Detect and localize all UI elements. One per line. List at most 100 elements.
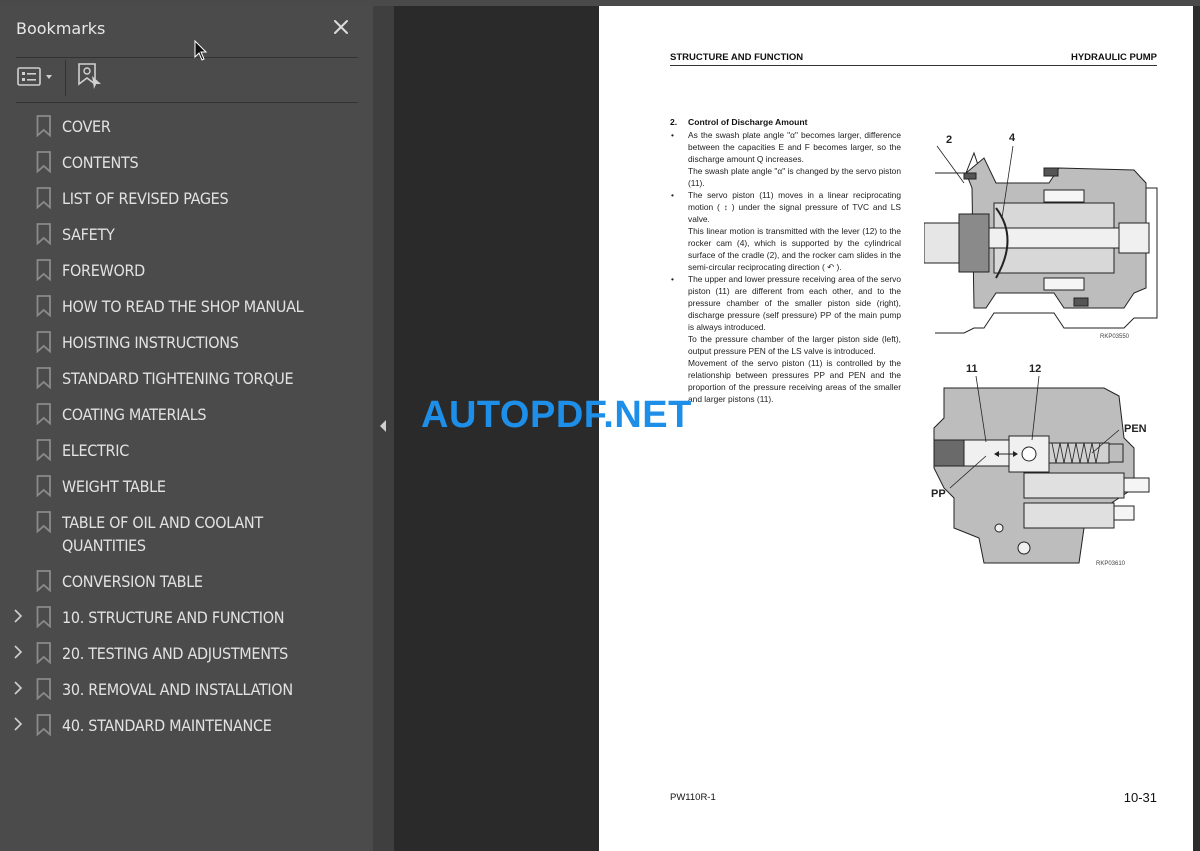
bookmark-icon [36, 678, 62, 701]
bullet-dot: • [671, 190, 674, 200]
callout-label: 12 [1029, 363, 1042, 375]
close-panel-button[interactable] [330, 16, 352, 38]
panel-title: Bookmarks [16, 19, 106, 38]
bookmark-label: FOREWORD [62, 261, 145, 280]
section-number: 2. [670, 117, 678, 127]
figure-servo-piston: 11 12 PEN PP RKP03610 [924, 358, 1164, 573]
collapse-panel-arrow-icon[interactable] [380, 420, 386, 432]
expand-spacer [0, 475, 36, 495]
bookmark-item[interactable]: HOISTING INSTRUCTIONS [0, 324, 373, 360]
bookmark-icon [36, 511, 62, 534]
bullet-item: • As the swash plate angle "α" becomes la… [670, 129, 901, 189]
find-current-bookmark-icon [78, 63, 101, 89]
bookmark-label: COVER [62, 117, 111, 136]
body-paragraph: The servo piston (11) moves in a linear … [688, 190, 901, 224]
bookmark-item[interactable]: LIST OF REVISED PAGES [0, 180, 373, 216]
bookmark-item[interactable]: WEIGHT TABLE [0, 468, 373, 504]
bookmark-icon [36, 151, 62, 174]
body-paragraph: Movement of the servo piston (11) is con… [688, 358, 901, 404]
pump-cross-section-drawing [923, 145, 1158, 334]
bookmark-item[interactable]: 40. STANDARD MAINTENANCE [0, 707, 373, 743]
bookmark-item[interactable]: COVER [0, 108, 373, 144]
bookmark-label: STANDARD TIGHTENING TORQUE [62, 369, 294, 388]
bookmark-icon [36, 367, 62, 390]
bookmark-item[interactable]: 30. REMOVAL AND INSTALLATION [0, 671, 373, 707]
expand-spacer [0, 151, 36, 171]
bookmark-label: COATING MATERIALS [62, 405, 207, 424]
chevron-right-icon [14, 681, 23, 695]
expand-spacer [0, 259, 36, 279]
bullet-dot: • [671, 130, 674, 140]
expand-spacer [0, 403, 36, 423]
bookmark-icon [36, 331, 62, 354]
bookmark-item[interactable]: 10. STRUCTURE AND FUNCTION [0, 599, 373, 635]
bookmark-icon [36, 439, 62, 462]
bookmark-list: COVER CONTENTS LIST OF REVISED PAGES SAFETY… [0, 108, 373, 743]
page-header-right: HYDRAULIC PUMP [1070, 52, 1157, 63]
chevron-right-icon [14, 645, 23, 659]
panel-divider [16, 57, 358, 58]
mouse-cursor-icon [194, 40, 208, 61]
callout-label: PP [931, 488, 946, 500]
expand-toggle[interactable] [0, 642, 36, 662]
expand-spacer [0, 115, 36, 135]
expand-spacer [0, 439, 36, 459]
bookmark-label: CONTENTS [62, 153, 139, 172]
bookmark-item[interactable]: TABLE OF OIL AND COOLANT QUANTITIES [0, 504, 373, 563]
vertical-scrollbar[interactable] [1193, 6, 1200, 851]
bookmark-icon [36, 714, 62, 737]
bookmark-label: TABLE OF OIL AND COOLANT QUANTITIES [62, 513, 263, 555]
servo-piston-drawing [933, 375, 1150, 564]
bookmark-item[interactable]: FOREWORD [0, 252, 373, 288]
bookmark-label: WEIGHT TABLE [62, 477, 166, 496]
close-icon [334, 20, 348, 34]
callout-label: 4 [1009, 132, 1016, 144]
bullet-item: • The upper and lower pressure receiving … [670, 273, 901, 405]
bookmark-label: 30. REMOVAL AND INSTALLATION [62, 680, 293, 699]
figure-pump-cross-section: 2 4 RKP03550 [923, 128, 1164, 348]
bookmark-icon [36, 259, 62, 282]
callout-label: 11 [966, 363, 978, 375]
toolbar-separator [65, 60, 66, 96]
bookmark-icon [36, 606, 62, 629]
header-rule [670, 65, 1157, 66]
callout-label: PEN [1124, 423, 1147, 435]
bookmark-icon [36, 570, 62, 593]
bookmark-label: 20. TESTING AND ADJUSTMENTS [62, 644, 289, 663]
section-title: 2. Control of Discharge Amount [670, 117, 808, 127]
bookmark-item[interactable]: CONVERSION TABLE [0, 563, 373, 599]
expand-spacer [0, 331, 36, 351]
page-number: 10-31 [1123, 790, 1157, 805]
expand-spacer [0, 570, 36, 590]
body-paragraph: As the swash plate angle "α" becomes lar… [688, 130, 901, 164]
bookmark-options-button[interactable] [17, 66, 57, 88]
bookmark-label: CONVERSION TABLE [62, 572, 203, 591]
bookmark-icon [36, 223, 62, 246]
bookmark-item[interactable]: SAFETY [0, 216, 373, 252]
body-paragraph: The swash plate angle "α" is changed by … [688, 166, 901, 188]
expand-toggle[interactable] [0, 714, 36, 734]
find-current-bookmark-button[interactable] [77, 62, 103, 92]
bookmark-icon [36, 642, 62, 665]
page-header-left: STRUCTURE AND FUNCTION [670, 52, 804, 63]
expand-toggle[interactable] [0, 678, 36, 698]
expand-spacer [0, 187, 36, 207]
panel-splitter[interactable] [373, 6, 394, 851]
chevron-right-icon [14, 717, 23, 731]
expand-toggle[interactable] [0, 606, 36, 626]
bookmark-label: SAFETY [62, 225, 115, 244]
expand-spacer [0, 223, 36, 243]
list-options-icon [17, 67, 52, 86]
bookmarks-panel: Bookmarks COVER CONTENTS LIST OF REVISED P… [0, 6, 373, 851]
bookmark-item[interactable]: ELECTRIC [0, 432, 373, 468]
page-footer-model: PW110R-1 [670, 792, 716, 803]
bookmark-item[interactable]: HOW TO READ THE SHOP MANUAL [0, 288, 373, 324]
toolbar-divider [16, 102, 358, 103]
bookmark-item[interactable]: 20. TESTING AND ADJUSTMENTS [0, 635, 373, 671]
bookmark-item[interactable]: CONTENTS [0, 144, 373, 180]
bookmark-icon [36, 187, 62, 210]
bookmark-label: ELECTRIC [62, 441, 129, 460]
bookmark-item[interactable]: STANDARD TIGHTENING TORQUE [0, 360, 373, 396]
bookmark-item[interactable]: COATING MATERIALS [0, 396, 373, 432]
bookmark-label: LIST OF REVISED PAGES [62, 189, 229, 208]
